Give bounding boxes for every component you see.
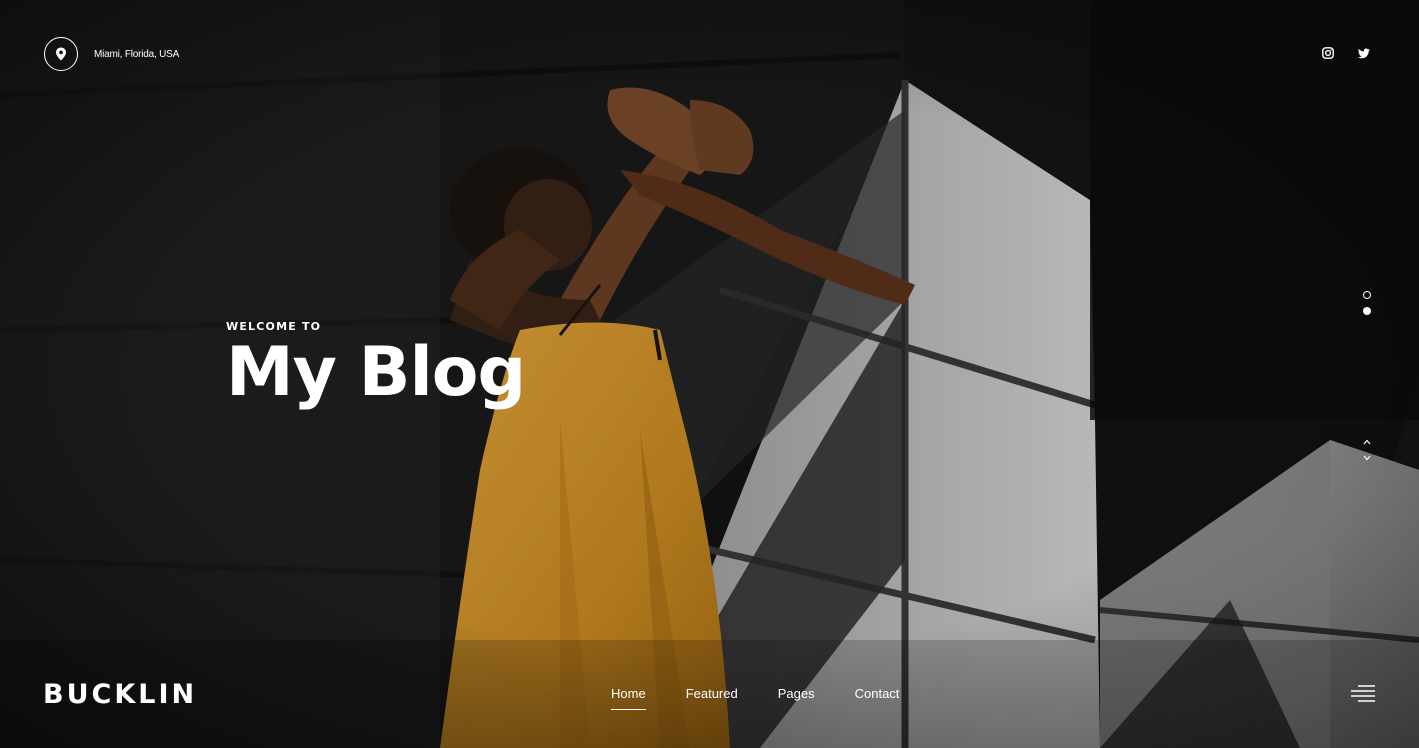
chevron-up-icon[interactable] bbox=[1362, 437, 1372, 447]
hero-eyebrow: WELCOME TO bbox=[226, 320, 322, 333]
chevron-down-icon[interactable] bbox=[1362, 453, 1372, 463]
social-links bbox=[1321, 46, 1371, 60]
hero-heading-group: WELCOME TO My Blog bbox=[226, 320, 526, 412]
slider-arrows bbox=[1362, 437, 1372, 463]
location-block: Miami, Florida, USA bbox=[44, 37, 179, 71]
slider-pagination bbox=[1363, 291, 1371, 315]
nav-item-home[interactable]: Home bbox=[611, 686, 646, 710]
hero-background-image bbox=[0, 0, 1419, 748]
site-logo[interactable]: BUCKLIN bbox=[43, 679, 197, 710]
location-label: Miami, Florida, USA bbox=[94, 48, 180, 60]
main-nav: Home Featured Pages Contact bbox=[611, 686, 899, 710]
nav-item-contact[interactable]: Contact bbox=[855, 686, 900, 710]
hamburger-menu-icon[interactable] bbox=[1350, 684, 1376, 704]
slide-dot-1[interactable] bbox=[1363, 291, 1371, 299]
hero-title: My Blog bbox=[226, 333, 526, 412]
twitter-icon[interactable] bbox=[1357, 46, 1371, 60]
map-pin-icon[interactable] bbox=[44, 37, 78, 71]
hero-section: Miami, Florida, USA WELCOME TO My Blog B… bbox=[0, 0, 1419, 748]
instagram-icon[interactable] bbox=[1321, 46, 1335, 60]
nav-item-pages[interactable]: Pages bbox=[778, 686, 815, 710]
nav-item-featured[interactable]: Featured bbox=[686, 686, 738, 710]
slide-dot-2-active[interactable] bbox=[1363, 307, 1371, 315]
